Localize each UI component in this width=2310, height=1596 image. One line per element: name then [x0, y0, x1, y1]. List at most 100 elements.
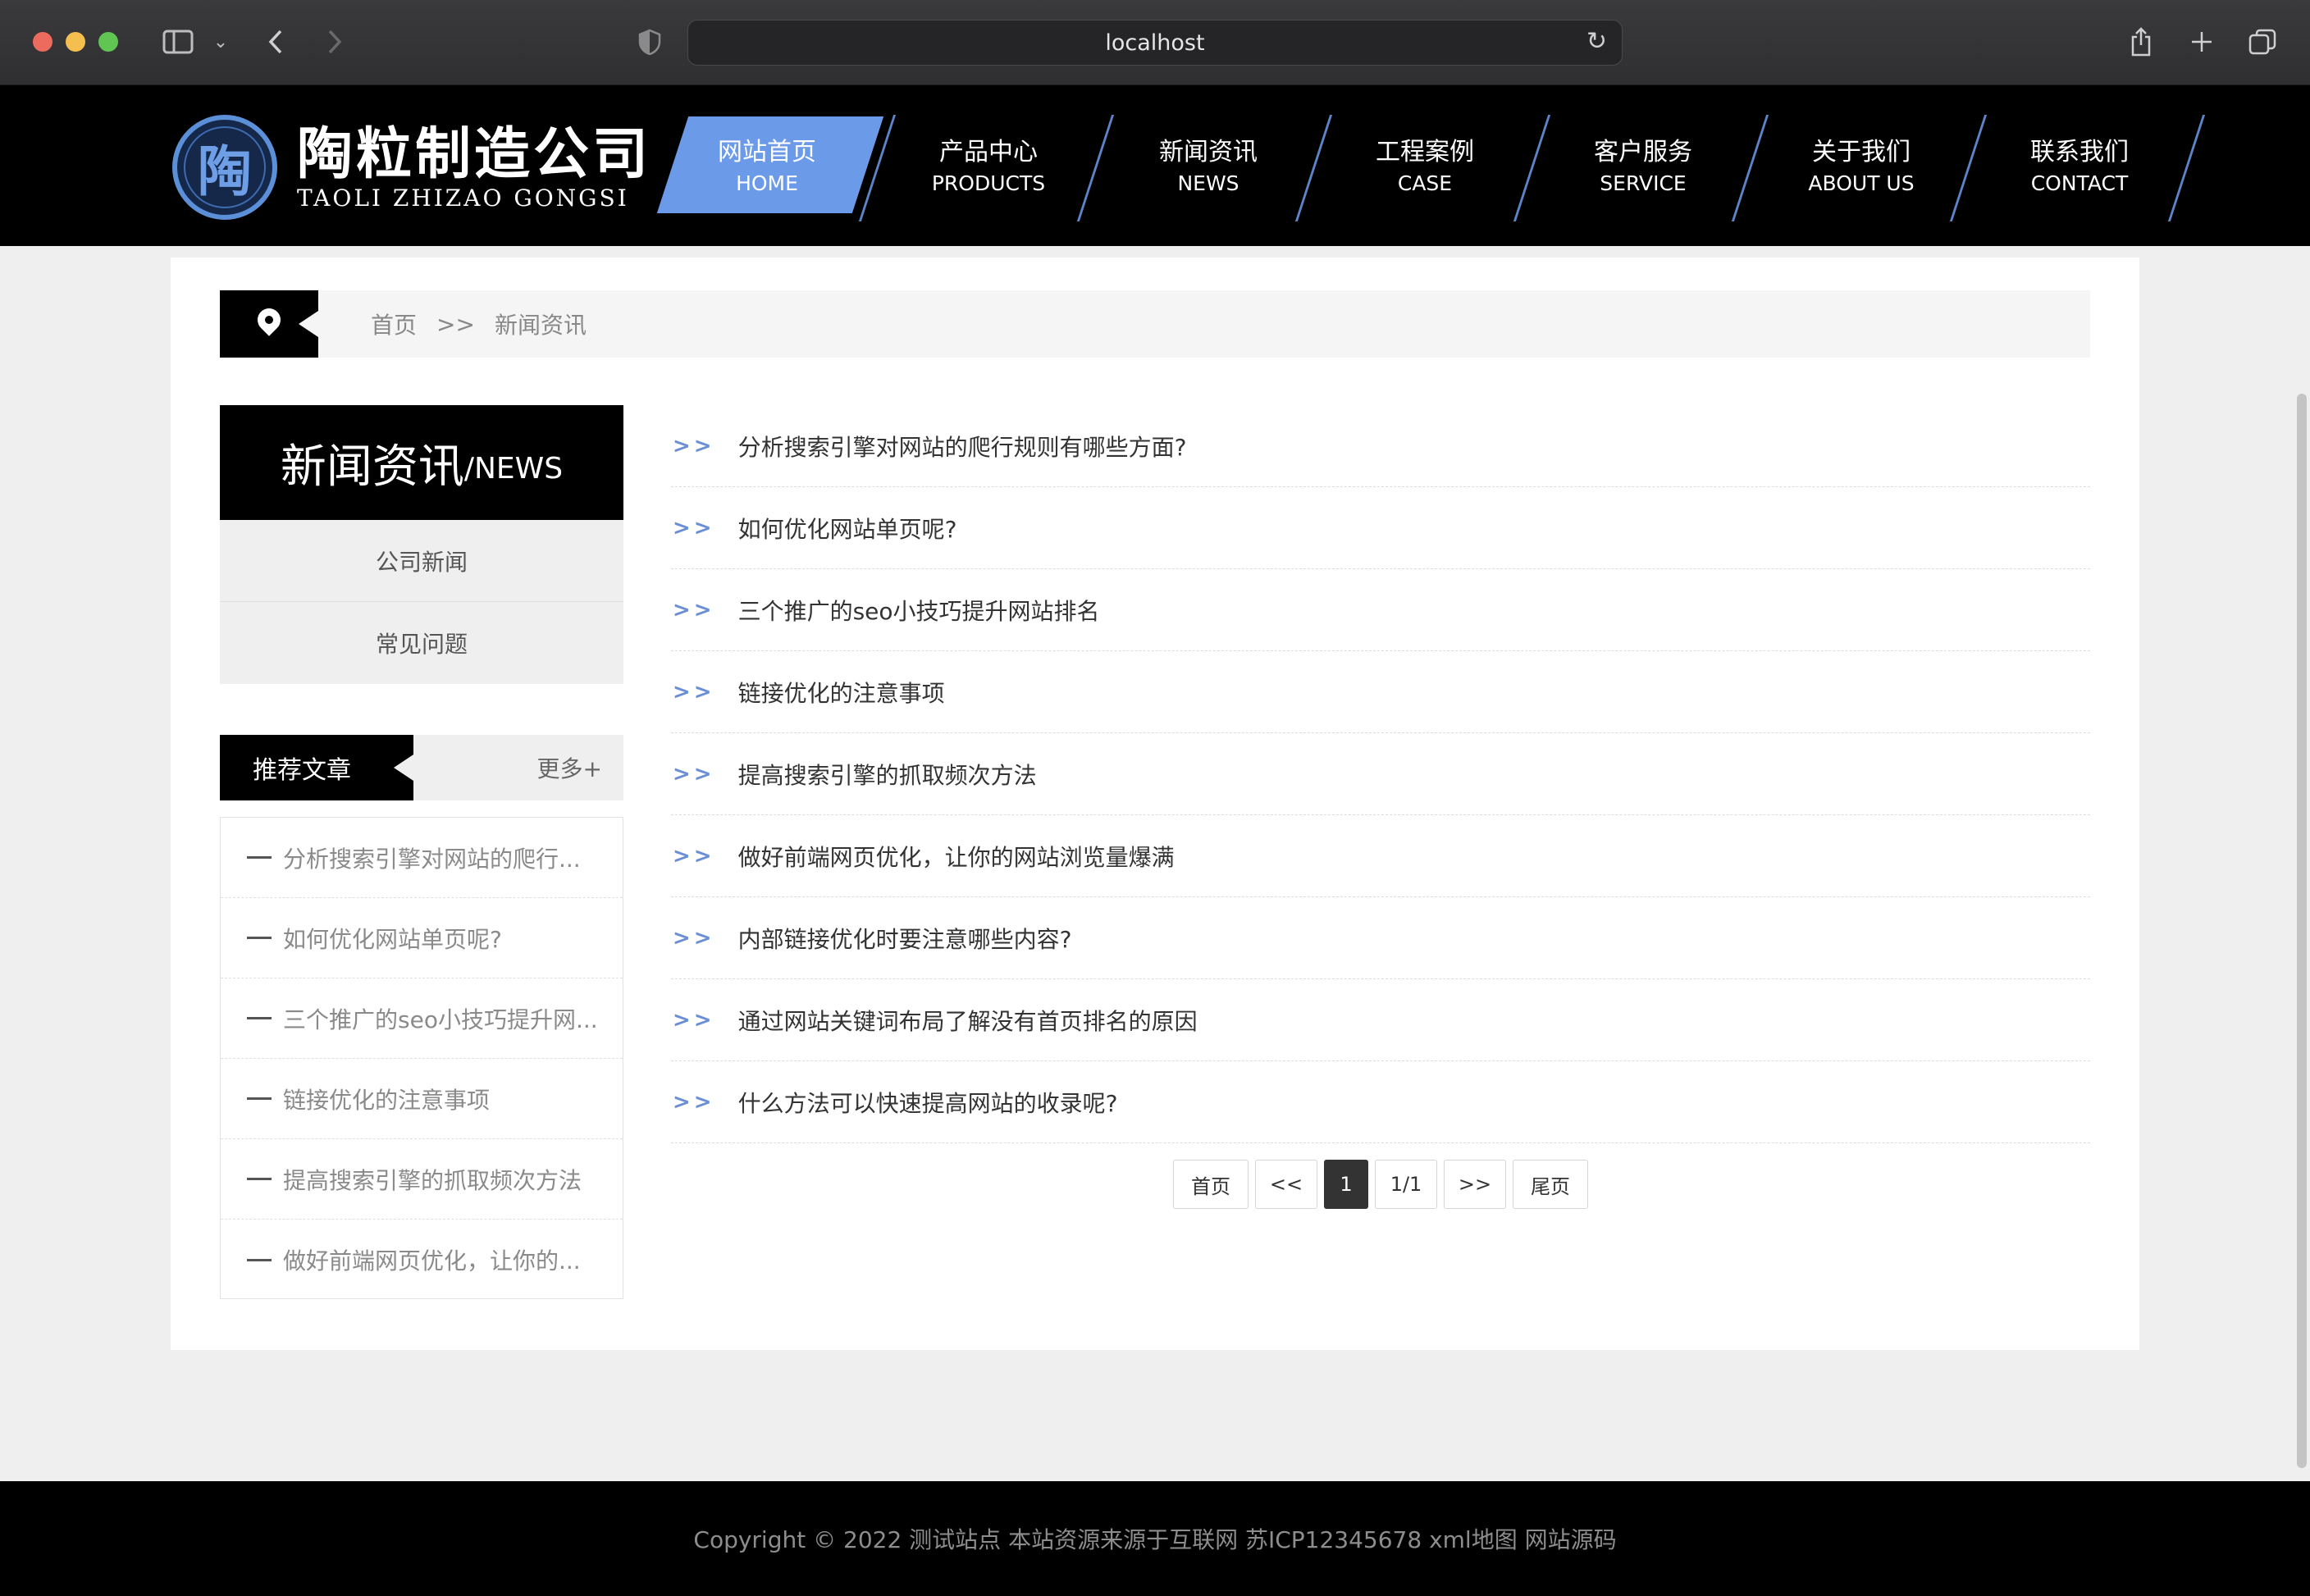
nav-label-en: CONTACT	[2030, 171, 2129, 195]
double-arrow-icon: >>	[673, 843, 715, 869]
close-window-button[interactable]	[33, 32, 52, 52]
page-scrollbar[interactable]	[2297, 394, 2307, 1468]
list-item[interactable]: 分析搜索引擎对网站的爬行...	[221, 818, 623, 898]
next-page-button[interactable]: >>	[1444, 1160, 1506, 1209]
double-arrow-icon: >>	[673, 1007, 715, 1033]
nav-item-service[interactable]: 客户服务 SERVICE	[1549, 115, 1737, 217]
dash-icon	[247, 1258, 272, 1261]
page-info: 1/1	[1375, 1160, 1437, 1209]
nav-label-en: NEWS	[1177, 171, 1239, 195]
nav-item-products[interactable]: 产品中心 PRODUCTS	[894, 115, 1083, 217]
news-title: 分析搜索引擎对网站的爬行规则有哪些方面?	[737, 433, 1187, 461]
content-card: 首页 >> 新闻资讯 新闻资讯 /NEWS 公司新闻 常见问题 推荐文章 更多+…	[171, 258, 2139, 1350]
double-arrow-icon: >>	[673, 433, 715, 458]
nav-item-contact[interactable]: 联系我们 CONTACT	[1985, 115, 2174, 217]
back-icon[interactable]	[261, 23, 290, 61]
nav-label-en: CASE	[1397, 171, 1453, 195]
recommend-item-text: 分析搜索引擎对网站的爬行...	[283, 845, 581, 873]
news-item[interactable]: >> 提高搜索引擎的抓取频次方法	[671, 733, 2090, 815]
dash-icon	[247, 1017, 272, 1019]
privacy-shield-icon[interactable]	[633, 23, 666, 61]
double-arrow-icon: >>	[673, 679, 715, 705]
reload-icon[interactable]: ↻	[1586, 27, 1607, 56]
main-nav: 网站首页 HOME 产品中心 PRODUCTS 新闻资讯 NEWS 工程案例 C…	[673, 115, 2231, 221]
share-icon[interactable]	[2125, 23, 2157, 61]
recommend-item-text: 三个推广的seo小技巧提升网...	[283, 1005, 598, 1033]
forward-icon[interactable]	[320, 23, 349, 61]
double-arrow-icon: >>	[673, 761, 715, 787]
zoom-window-button[interactable]	[98, 32, 118, 52]
news-item[interactable]: >> 链接优化的注意事项	[671, 651, 2090, 733]
double-arrow-icon: >>	[673, 925, 715, 951]
tab-overview-icon[interactable]	[2246, 23, 2279, 61]
current-page-button[interactable]: 1	[1324, 1160, 1368, 1209]
double-arrow-icon: >>	[673, 1089, 715, 1115]
list-item[interactable]: 做好前端网页优化，让你的...	[221, 1220, 623, 1300]
site-header: 陶 陶粒制造公司 TAOLI ZHIZAO GONGSI 网站首页 HOME 产…	[0, 85, 2310, 246]
recommend-item-text: 如何优化网站单页呢?	[283, 925, 502, 953]
dash-icon	[247, 937, 272, 939]
copyright-text: Copyright © 2022 测试站点 本站资源来源于互联网 苏ICP123…	[693, 1526, 1617, 1553]
news-item[interactable]: >> 如何优化网站单页呢?	[671, 487, 2090, 569]
recommend-item-text: 链接优化的注意事项	[283, 1086, 491, 1114]
list-item[interactable]: 如何优化网站单页呢?	[221, 898, 623, 978]
news-item[interactable]: >> 什么方法可以快速提高网站的收录呢?	[671, 1061, 2090, 1143]
list-item[interactable]: 三个推广的seo小技巧提升网...	[221, 978, 623, 1059]
breadcrumb: 首页 >> 新闻资讯	[220, 290, 2090, 358]
recommend-header: 推荐文章 更多+	[220, 735, 623, 800]
site-footer: Copyright © 2022 测试站点 本站资源来源于互联网 苏ICP123…	[0, 1481, 2310, 1596]
news-title: 三个推广的seo小技巧提升网站排名	[737, 597, 1100, 625]
news-item[interactable]: >> 内部链接优化时要注意哪些内容?	[671, 897, 2090, 979]
news-item[interactable]: >> 三个推广的seo小技巧提升网站排名	[671, 569, 2090, 651]
news-item[interactable]: >> 通过网站关键词布局了解没有首页排名的原因	[671, 979, 2090, 1061]
address-bar[interactable]: localhost ↻	[687, 20, 1623, 66]
sidebar-item-label: 公司新闻	[375, 548, 468, 576]
dash-icon	[247, 856, 272, 859]
last-page-button[interactable]: 尾页	[1513, 1160, 1588, 1209]
sidebar-item-faq[interactable]: 常见问题	[220, 602, 623, 684]
nav-label-cn: 联系我们	[2030, 138, 2129, 166]
news-list: >> 分析搜索引擎对网站的爬行规则有哪些方面? >> 如何优化网站单页呢? >>…	[671, 405, 2090, 1143]
nav-item-case[interactable]: 工程案例 CASE	[1331, 115, 1519, 217]
news-title: 什么方法可以快速提高网站的收录呢?	[737, 1089, 1118, 1117]
nav-item-news[interactable]: 新闻资讯 NEWS	[1114, 115, 1303, 217]
news-title: 提高搜索引擎的抓取频次方法	[737, 761, 1037, 789]
news-item[interactable]: >> 分析搜索引擎对网站的爬行规则有哪些方面?	[671, 405, 2090, 487]
nav-label-cn: 产品中心	[939, 138, 1038, 166]
list-item[interactable]: 链接优化的注意事项	[221, 1059, 623, 1139]
nav-label-en: ABOUT US	[1808, 171, 1915, 195]
address-text: localhost	[1105, 30, 1205, 56]
nav-label-en: SERVICE	[1600, 171, 1687, 195]
location-pin-icon	[253, 303, 285, 336]
double-arrow-icon: >>	[673, 515, 715, 540]
sidebar-item-company-news[interactable]: 公司新闻	[220, 520, 623, 602]
news-title: 通过网站关键词布局了解没有首页排名的原因	[737, 1007, 1198, 1035]
breadcrumb-current[interactable]: 新闻资讯	[495, 308, 587, 340]
breadcrumb-home-link[interactable]: 首页	[371, 308, 417, 340]
prev-page-button[interactable]: <<	[1255, 1160, 1317, 1209]
nav-item-home[interactable]: 网站首页 HOME	[673, 115, 861, 217]
logo-name-cn: 陶粒制造公司	[297, 121, 652, 187]
sidebar-toggle-icon[interactable]	[158, 23, 199, 61]
sidebar-title-en: /NEWS	[463, 451, 564, 486]
first-page-button[interactable]: 首页	[1173, 1160, 1249, 1209]
logo-mark: 陶	[172, 115, 277, 220]
news-title: 做好前端网页优化，让你的网站浏览量爆满	[737, 843, 1175, 871]
nav-label-cn: 新闻资讯	[1159, 138, 1258, 166]
nav-label-cn: 网站首页	[718, 138, 816, 166]
nav-item-about[interactable]: 关于我们 ABOUT US	[1767, 115, 1956, 217]
news-item[interactable]: >> 做好前端网页优化，让你的网站浏览量爆满	[671, 815, 2090, 897]
chevron-down-icon[interactable]: ⌄	[208, 23, 233, 61]
logo-name-en: TAOLI ZHIZAO GONGSI	[297, 185, 629, 212]
new-tab-icon[interactable]	[2185, 23, 2218, 61]
site-logo[interactable]: 陶 陶粒制造公司 TAOLI ZHIZAO GONGSI	[172, 115, 651, 220]
news-title: 如何优化网站单页呢?	[737, 515, 957, 543]
list-item[interactable]: 提高搜索引擎的抓取频次方法	[221, 1139, 623, 1220]
minimize-window-button[interactable]	[66, 32, 85, 52]
news-title: 内部链接优化时要注意哪些内容?	[737, 925, 1072, 953]
sidebar-item-label: 常见问题	[375, 631, 468, 658]
more-link[interactable]: 更多+	[537, 735, 602, 800]
nav-label-cn: 关于我们	[1812, 138, 1911, 166]
news-title: 链接优化的注意事项	[737, 679, 945, 707]
dash-icon	[247, 1097, 272, 1100]
